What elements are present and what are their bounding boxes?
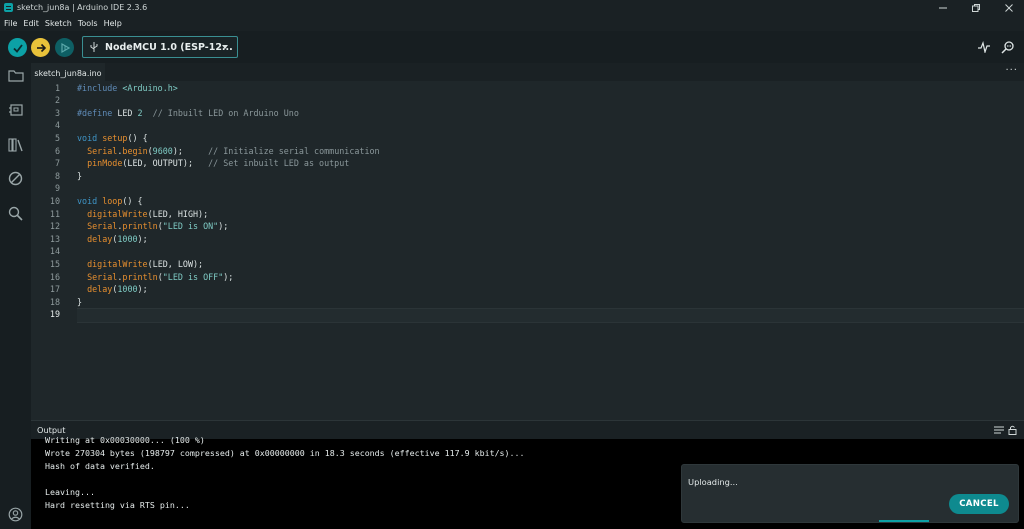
no-entry-icon <box>8 171 23 186</box>
output-line: Wrote 270304 bytes (198797 compressed) a… <box>45 448 525 458</box>
debug-icon <box>60 42 70 53</box>
close-icon <box>1005 3 1013 12</box>
close-window-button[interactable] <box>994 0 1024 15</box>
line-number: 6 <box>54 145 60 156</box>
serial-plotter-button[interactable] <box>975 38 993 56</box>
output-line: Hard resetting via RTS pin... <box>45 500 190 510</box>
code-line[interactable]: } <box>77 170 82 183</box>
lock-icon[interactable] <box>1008 425 1017 435</box>
line-number: 18 <box>49 296 60 307</box>
minimize-icon <box>939 7 947 8</box>
menu-file[interactable]: File <box>4 19 17 28</box>
line-number: 7 <box>54 158 60 169</box>
output-line: Hash of data verified. <box>45 461 155 471</box>
menu-tools[interactable]: Tools <box>78 19 98 28</box>
tab-label: sketch_jun8a.ino <box>34 68 102 78</box>
chevron-down-icon <box>222 45 228 49</box>
line-number: 13 <box>49 233 60 244</box>
sketchbook-button[interactable] <box>6 66 25 85</box>
menu-bar: File Edit Sketch Tools Help <box>0 15 1024 31</box>
upload-notification: Uploading... CANCEL <box>681 464 1019 523</box>
line-number: 16 <box>49 271 60 282</box>
tab-sketch-file[interactable]: sketch_jun8a.ino <box>31 63 105 82</box>
line-number: 8 <box>54 170 60 181</box>
boards-manager-button[interactable] <box>6 100 25 119</box>
menu-sketch[interactable]: Sketch <box>45 19 72 28</box>
line-number: 14 <box>49 246 60 257</box>
line-number: 10 <box>49 195 60 206</box>
account-button[interactable] <box>6 505 25 524</box>
output-line: Writing at 0x00030000... (100 %) <box>45 435 205 445</box>
code-line[interactable]: Serial.println("LED is OFF"); <box>77 271 233 284</box>
board-selector[interactable]: NodeMCU 1.0 (ESP-12... <box>82 36 238 58</box>
upload-button[interactable] <box>31 38 50 57</box>
serial-monitor-icon <box>1001 41 1014 54</box>
arduino-app-icon <box>4 3 13 12</box>
menu-edit[interactable]: Edit <box>23 19 39 28</box>
code-line[interactable]: delay(1000); <box>77 283 148 296</box>
output-tab-label[interactable]: Output <box>37 425 65 435</box>
upload-progress-bar <box>879 520 929 522</box>
line-number: 17 <box>49 284 60 295</box>
debug-panel-button[interactable] <box>6 169 25 188</box>
serial-monitor-button[interactable] <box>999 38 1017 56</box>
restore-button[interactable] <box>961 0 991 15</box>
code-line[interactable]: Serial.begin(9600); // Initialize serial… <box>77 145 379 158</box>
line-number: 1 <box>54 82 60 93</box>
checkmark-icon <box>12 43 23 53</box>
code-line[interactable]: pinMode(LED, OUTPUT); // Set inbuilt LED… <box>77 157 349 170</box>
code-line[interactable]: } <box>77 296 82 309</box>
search-button[interactable] <box>6 204 25 223</box>
line-number: 15 <box>49 258 60 269</box>
line-number: 11 <box>49 208 60 219</box>
arrow-right-icon <box>36 43 46 52</box>
line-number-gutter: 1 2 3 4 5 6 7 8 9 10 11 12 13 14 15 16 17 18 19 <box>31 81 77 420</box>
code-line[interactable]: void loop() { <box>77 195 143 208</box>
serial-plotter-icon <box>978 41 990 53</box>
window-title: sketch_jun8a | Arduino IDE 2.3.6 <box>17 3 148 12</box>
output-line: Leaving... <box>45 487 95 497</box>
line-number: 2 <box>54 95 60 106</box>
cancel-upload-button[interactable]: CANCEL <box>949 494 1009 514</box>
verify-button[interactable] <box>8 38 27 57</box>
code-line[interactable]: Serial.println("LED is ON"); <box>77 220 228 233</box>
activity-sidebar <box>0 63 31 529</box>
editor-tab-bar: sketch_jun8a.ino ··· <box>31 63 1024 82</box>
restore-icon <box>972 3 980 12</box>
code-editor[interactable]: 1 2 3 4 5 6 7 8 9 10 11 12 13 14 15 16 17 18 19 #include <… <box>31 81 1024 420</box>
folder-icon <box>7 70 24 82</box>
code-line[interactable]: #define LED 2 // Inbuilt LED on Arduino … <box>77 107 299 120</box>
code-line[interactable]: delay(1000); <box>77 233 148 246</box>
account-icon <box>8 507 23 522</box>
code-line[interactable]: #include <Arduino.h> <box>77 82 178 95</box>
usb-icon <box>90 42 98 52</box>
code-line[interactable]: digitalWrite(LED, LOW); <box>77 258 203 271</box>
minimize-button[interactable] <box>928 0 958 15</box>
title-bar: sketch_jun8a | Arduino IDE 2.3.6 <box>0 0 1024 15</box>
line-number: 19 <box>49 309 60 320</box>
library-icon <box>7 138 23 152</box>
code-line[interactable]: void setup() { <box>77 132 148 145</box>
library-manager-button[interactable] <box>6 135 25 154</box>
line-number: 5 <box>54 132 60 143</box>
board-name: NodeMCU 1.0 (ESP-12... <box>105 41 233 53</box>
upload-status-text: Uploading... <box>688 477 738 487</box>
debug-button[interactable] <box>55 38 74 57</box>
current-line-highlight <box>77 307 1024 323</box>
line-number: 3 <box>54 107 60 118</box>
more-options-icon[interactable]: ··· <box>1005 65 1018 76</box>
clear-output-icon[interactable] <box>994 426 1004 435</box>
menu-help[interactable]: Help <box>104 19 122 28</box>
line-number: 4 <box>54 120 60 131</box>
search-icon <box>8 206 23 221</box>
board-icon <box>8 103 23 116</box>
line-number: 12 <box>49 221 60 232</box>
code-line[interactable]: digitalWrite(LED, HIGH); <box>77 208 208 221</box>
line-number: 9 <box>54 183 60 194</box>
